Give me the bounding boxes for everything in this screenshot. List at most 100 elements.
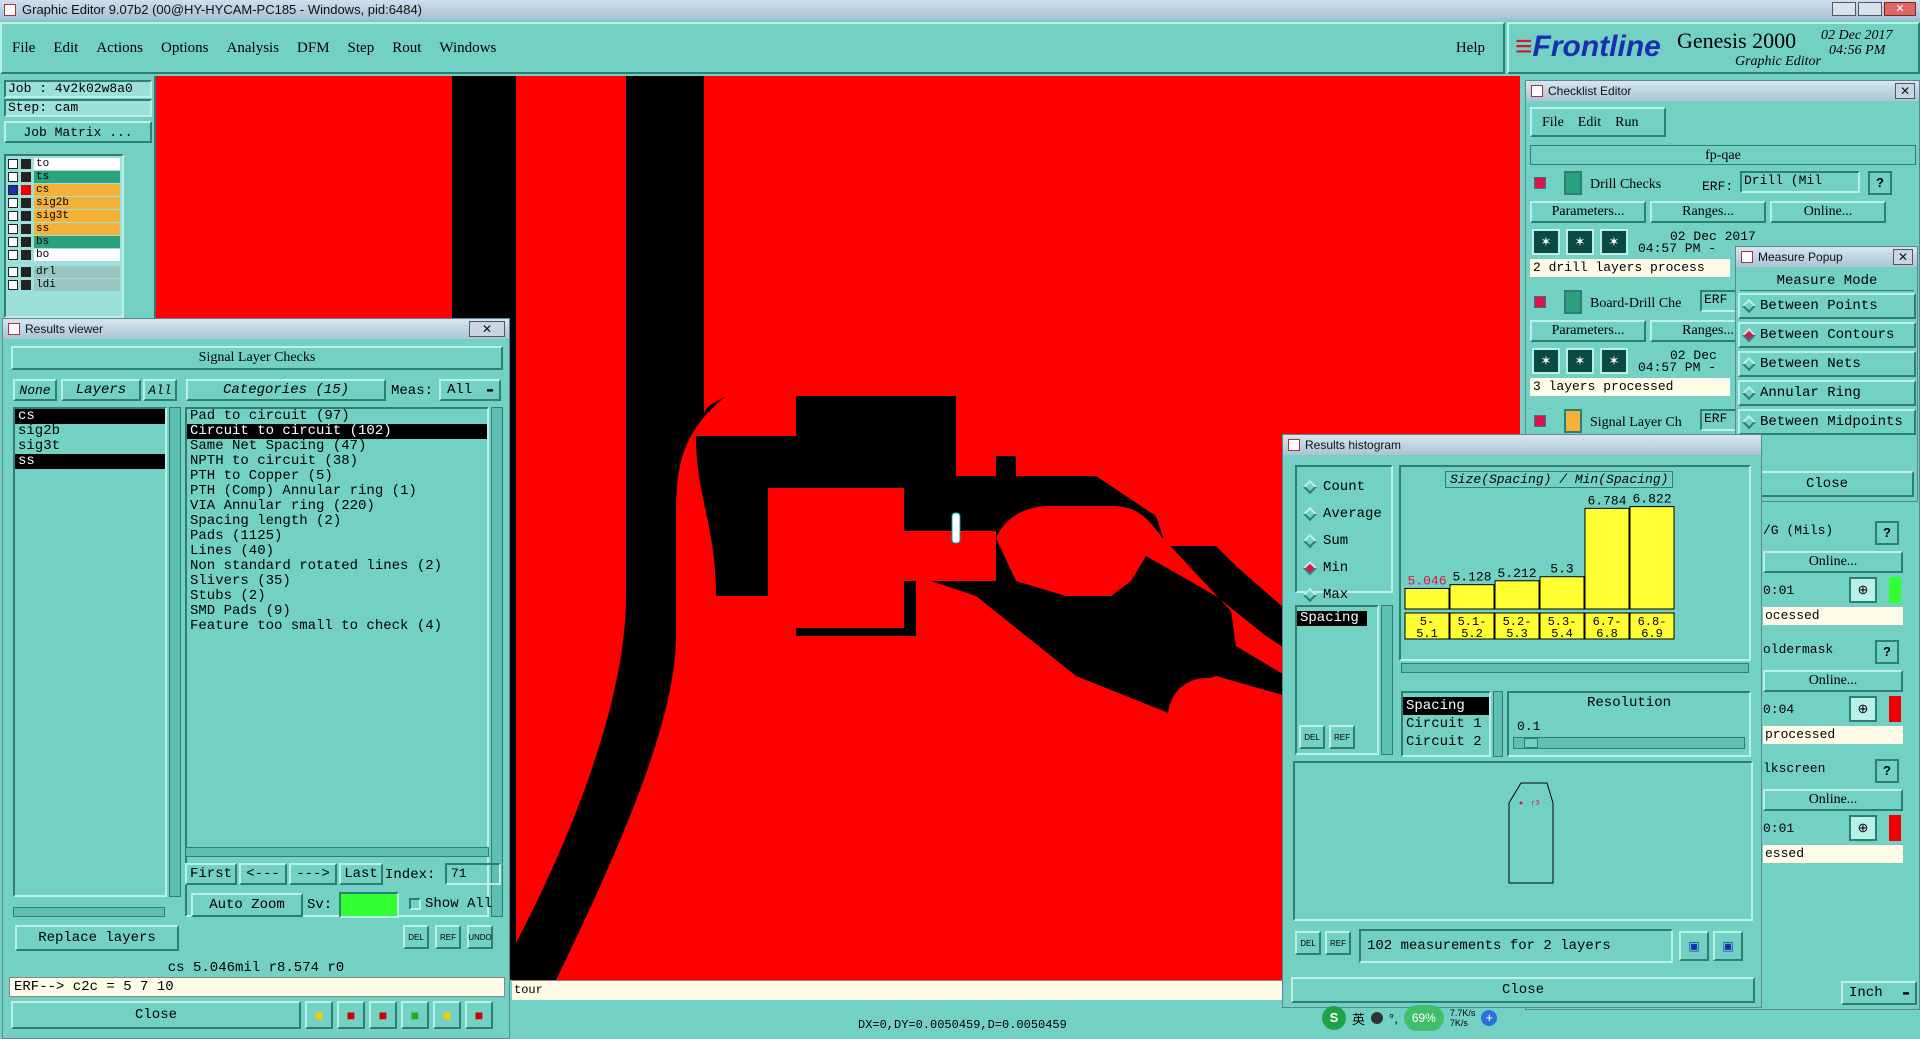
histogram-bar[interactable]	[1629, 506, 1675, 610]
hist-del-icon[interactable]: DEL	[1299, 725, 1325, 749]
help-icon[interactable]: ?	[1875, 640, 1899, 664]
menu-dfm[interactable]: DFM	[297, 40, 330, 57]
units-select[interactable]: Inch ▬	[1841, 981, 1917, 1005]
help-icon[interactable]: ?	[1875, 521, 1899, 545]
histogram-bar[interactable]	[1449, 584, 1495, 610]
layer-checkbox[interactable]	[8, 224, 18, 234]
sogou-icon[interactable]: S	[1322, 1006, 1346, 1030]
meas-select[interactable]: All ▬	[439, 379, 501, 401]
check-name[interactable]: Signal Layer Ch	[1590, 415, 1682, 431]
category-item[interactable]: Slivers (35)	[187, 574, 487, 589]
auto-zoom-select[interactable]: Auto Zoom	[191, 893, 303, 917]
measure-mode-option[interactable]: Between Contours	[1738, 322, 1916, 348]
close-icon[interactable]: ✕	[469, 321, 505, 337]
layers-button[interactable]: Layers	[61, 379, 141, 401]
category-list[interactable]: Pad to circuit (97) Circuit to circuit (1…	[185, 407, 489, 917]
sv-color-select[interactable]	[339, 892, 399, 918]
run-icon[interactable]: ✶	[1532, 348, 1560, 374]
last-button[interactable]: Last	[339, 863, 383, 885]
category-item[interactable]: NPTH to circuit (38)	[187, 454, 487, 469]
help-icon[interactable]: ?	[1875, 759, 1899, 783]
result-layer-item[interactable]: sig3t	[15, 439, 165, 454]
list-icon[interactable]: ■	[433, 1001, 461, 1029]
layer-row[interactable]: bs	[8, 236, 120, 248]
layer-list-hscrollbar[interactable]	[13, 907, 165, 917]
result-layer-list[interactable]: cs sig2b sig3t ss	[13, 407, 167, 897]
report-icon[interactable]: ■	[401, 1001, 429, 1029]
histogram-field-item[interactable]: Circuit 2	[1403, 733, 1489, 751]
menu-help[interactable]: Help	[1456, 40, 1485, 57]
category-item[interactable]: Same Net Spacing (47)	[187, 439, 487, 454]
menu-step[interactable]: Step	[348, 40, 375, 57]
category-item[interactable]: Pads (1125)	[187, 529, 487, 544]
histogram-mode-option[interactable]: Count	[1297, 473, 1391, 500]
online-button[interactable]: Online...	[1763, 551, 1903, 573]
measure-close-button[interactable]: Close	[1740, 471, 1914, 497]
zoom-icon[interactable]: ⊕	[1849, 577, 1877, 603]
next-button[interactable]: --->	[289, 863, 337, 885]
layer-checkbox[interactable]	[8, 172, 18, 182]
layer-list-scrollbar[interactable]	[169, 407, 181, 897]
result-layer-item[interactable]: ss	[15, 454, 165, 469]
results-close-button[interactable]: Close	[11, 1001, 301, 1029]
plus-icon[interactable]: +	[1481, 1010, 1498, 1026]
histogram-mode-option[interactable]: Min	[1297, 554, 1391, 581]
histogram-field-item[interactable]: Spacing	[1403, 697, 1489, 715]
layer-row[interactable]: ts	[8, 171, 120, 183]
check-name[interactable]: Board-Drill Che	[1590, 296, 1681, 312]
category-list-scrollbar[interactable]	[491, 407, 503, 917]
layer-checkbox[interactable]	[8, 185, 18, 195]
layer-checkbox[interactable]	[8, 237, 18, 247]
histogram-mode-option[interactable]: Max	[1297, 581, 1391, 608]
run-sel-icon[interactable]: ✶	[1600, 348, 1628, 374]
ranges-button[interactable]: Ranges...	[1650, 201, 1766, 223]
layer-row[interactable]: bo	[8, 249, 120, 261]
ime-indicator[interactable]: 英	[1352, 1009, 1365, 1028]
category-item[interactable]: VIA Annular ring (220)	[187, 499, 487, 514]
chart-hscrollbar[interactable]	[1401, 663, 1749, 673]
measure-mode-option[interactable]: Between Points	[1738, 293, 1916, 319]
layer-row[interactable]: to	[8, 158, 120, 170]
category-list-hscrollbar[interactable]	[185, 847, 489, 857]
category-item[interactable]: Stubs (2)	[187, 589, 487, 604]
histogram-bar[interactable]	[1584, 507, 1630, 610]
online-button[interactable]: Online...	[1763, 789, 1903, 811]
layer-checkbox[interactable]	[8, 267, 18, 277]
check-enabled-checkbox[interactable]	[1534, 296, 1546, 308]
check-name[interactable]: Drill Checks	[1590, 177, 1661, 193]
online-button[interactable]: Online...	[1770, 201, 1886, 223]
layer-row[interactable]: sig2b	[8, 197, 120, 209]
hist-ref-icon[interactable]: REF	[1329, 725, 1355, 749]
undo-icon[interactable]: UNDO	[467, 925, 493, 949]
job-matrix-button[interactable]: Job Matrix ...	[4, 121, 152, 143]
menu-options[interactable]: Options	[161, 40, 209, 57]
layer-checkbox[interactable]	[8, 159, 18, 169]
measure-mode-option[interactable]: Between Nets	[1738, 351, 1916, 377]
parameters-button[interactable]: Parameters...	[1530, 320, 1646, 342]
cross-icon[interactable]: ■	[369, 1001, 397, 1029]
histogram-field-item[interactable]: Circuit 1	[1403, 715, 1489, 733]
histogram-bar[interactable]	[1404, 587, 1450, 610]
layer-checkbox[interactable]	[8, 198, 18, 208]
layer-checkbox[interactable]	[8, 280, 18, 290]
categories-button[interactable]: Categories (15)	[186, 379, 386, 401]
checklist-menu-run[interactable]: Run	[1615, 115, 1638, 130]
zoom-icon[interactable]: ⊕	[1849, 815, 1877, 841]
layers-all-button[interactable]: All	[143, 379, 177, 401]
histogram-close-button[interactable]: Close	[1291, 977, 1755, 1003]
menu-rout[interactable]: Rout	[392, 40, 421, 57]
run-icon[interactable]: ✶	[1532, 229, 1560, 255]
histogram-field-list[interactable]: Spacing Circuit 1 Circuit 2	[1401, 691, 1491, 757]
category-item[interactable]: Lines (40)	[187, 544, 487, 559]
check-erf-field[interactable]: ERF	[1700, 290, 1740, 312]
result-layer-item[interactable]: sig2b	[15, 424, 165, 439]
del-icon[interactable]: DEL	[403, 925, 429, 949]
measure-mode-option[interactable]: Between Midpoints	[1738, 409, 1916, 435]
run-sel-icon[interactable]: ✶	[1600, 229, 1628, 255]
category-item[interactable]: Spacing length (2)	[187, 514, 487, 529]
category-item[interactable]: Pad to circuit (97)	[187, 409, 487, 424]
layer-row[interactable]: cs	[8, 184, 120, 196]
histogram-bar[interactable]	[1539, 576, 1585, 610]
print-icon[interactable]: ■	[337, 1001, 365, 1029]
category-item[interactable]: Circuit to circuit (102)	[187, 424, 487, 439]
